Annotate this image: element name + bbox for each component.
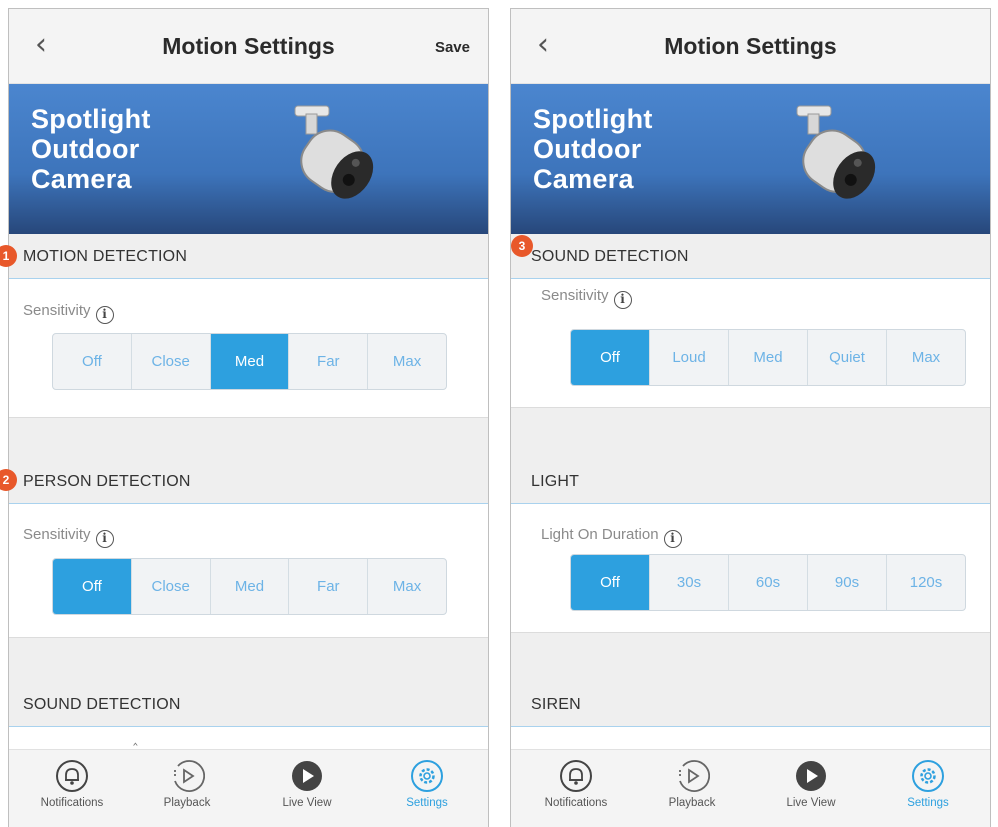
person-sensitivity-option-close[interactable]: Close — [132, 559, 211, 614]
device-name-line: Spotlight — [31, 104, 151, 134]
section-title: MOTION DETECTION — [23, 248, 188, 265]
section-title: SIREN — [531, 696, 581, 713]
camera-image — [294, 105, 374, 199]
sound-sensitivity-option-quiet[interactable]: Quiet — [808, 330, 887, 385]
section-header-siren: SIREN — [511, 682, 990, 727]
sensitivity-label: Sensitivity i — [541, 287, 632, 309]
section-spacer — [9, 637, 488, 687]
motion-sensitivity-option-far[interactable]: Far — [289, 334, 369, 389]
section-title: SOUND DETECTION — [531, 248, 689, 265]
bell-icon — [560, 760, 592, 792]
device-name-line: Outdoor — [31, 134, 140, 164]
callout-marker: 3 — [511, 235, 533, 257]
tab-label: Settings — [406, 797, 448, 809]
motion-sensitivity-option-off[interactable]: Off — [53, 334, 132, 389]
light-duration-selector: Off 30s 60s 90s 120s — [570, 554, 966, 611]
sensitivity-label-text: Sensitivity — [23, 526, 91, 543]
motion-sensitivity-option-close[interactable]: Close — [132, 334, 211, 389]
tab-label: Notifications — [544, 797, 608, 809]
save-button[interactable]: Save — [435, 39, 470, 56]
device-name-line: Outdoor — [533, 134, 642, 164]
tab-live-view[interactable]: Live View — [257, 758, 357, 809]
tab-label: Notifications — [40, 797, 104, 809]
tab-settings[interactable]: Settings — [377, 758, 477, 809]
motion-sensitivity-option-max[interactable]: Max — [368, 334, 446, 389]
page-title: Motion Settings — [162, 33, 335, 59]
tab-label: Playback — [163, 797, 211, 809]
device-name-line: Camera — [533, 164, 634, 194]
tab-bar: Notifications Playback Live View Setting… — [9, 749, 488, 827]
section-header-light: LIGHT — [511, 459, 990, 504]
device-name: Spotlight Outdoor Camera — [31, 104, 261, 194]
phone-screen-right: ‹ Motion Settings Spotlight Outdoor Came… — [510, 8, 991, 827]
section-title: SOUND DETECTION — [23, 696, 181, 713]
person-sensitivity-option-far[interactable]: Far — [289, 559, 369, 614]
sensitivity-label-text: Sensitivity — [541, 287, 609, 304]
page-title: Motion Settings — [664, 33, 837, 59]
motion-sensitivity-option-med[interactable]: Med — [210, 334, 290, 389]
light-duration-option-off[interactable]: Off — [571, 555, 650, 610]
camera-image — [796, 105, 876, 199]
section-header-sound-detection: SOUND DETECTION — [511, 234, 990, 279]
settings-gear-icon — [411, 760, 443, 792]
nav-bar: ‹ Motion Settings Save — [9, 9, 488, 84]
info-icon[interactable]: i — [663, 530, 682, 548]
tab-settings[interactable]: Settings — [878, 758, 978, 809]
person-sensitivity-option-med[interactable]: Med — [211, 559, 290, 614]
section-spacer — [511, 632, 990, 687]
phone-screen-left: ‹ Motion Settings Save Spotlight Outdoor… — [8, 8, 489, 827]
info-icon[interactable]: i — [95, 306, 114, 324]
chevron-up-icon: ‸ — [133, 729, 138, 745]
tab-notifications[interactable]: Notifications — [526, 758, 626, 809]
sound-sensitivity-selector: Off Loud Med Quiet Max — [570, 329, 966, 386]
light-duration-label-text: Light On Duration — [541, 526, 659, 543]
tab-playback[interactable]: Playback — [137, 758, 237, 809]
device-name: Spotlight Outdoor Camera — [533, 104, 763, 194]
person-sensitivity-selector: Off Close Med Far Max — [52, 558, 447, 615]
section-header-person-detection: PERSON DETECTION — [9, 459, 488, 504]
device-name-line: Camera — [31, 164, 132, 194]
light-duration-option-120s[interactable]: 120s — [887, 555, 965, 610]
live-view-icon — [796, 761, 826, 791]
settings-gear-icon — [912, 760, 944, 792]
section-spacer — [511, 407, 990, 467]
tab-label: Live View — [786, 797, 836, 809]
sensitivity-label: Sensitivity i — [23, 526, 114, 548]
sound-sensitivity-option-max[interactable]: Max — [887, 330, 965, 385]
sound-sensitivity-option-off[interactable]: Off — [571, 330, 650, 385]
playback-icon — [679, 760, 710, 792]
tab-playback[interactable]: Playback — [642, 758, 742, 809]
section-header-motion-detection: MOTION DETECTION — [9, 234, 488, 279]
tab-label: Playback — [668, 797, 716, 809]
section-title: PERSON DETECTION — [23, 473, 191, 490]
device-banner: Spotlight Outdoor Camera — [9, 84, 488, 234]
person-sensitivity-option-max[interactable]: Max — [368, 559, 446, 614]
light-duration-option-30s[interactable]: 30s — [650, 555, 729, 610]
bell-icon — [56, 760, 88, 792]
playback-icon — [174, 760, 205, 792]
sensitivity-label-text: Sensitivity — [23, 302, 91, 319]
section-title: LIGHT — [531, 473, 580, 490]
motion-sensitivity-selector: Off Close Med Far Max — [52, 333, 447, 390]
person-sensitivity-option-off[interactable]: Off — [53, 559, 132, 614]
device-name-line: Spotlight — [533, 104, 653, 134]
sensitivity-label: Sensitivity i — [23, 302, 114, 324]
light-duration-option-90s[interactable]: 90s — [808, 555, 887, 610]
light-duration-label: Light On Duration i — [541, 526, 682, 548]
device-banner: Spotlight Outdoor Camera — [511, 84, 990, 234]
nav-bar: ‹ Motion Settings — [511, 9, 990, 84]
info-icon[interactable]: i — [613, 291, 632, 309]
sound-sensitivity-option-loud[interactable]: Loud — [650, 330, 729, 385]
tab-label: Settings — [907, 797, 949, 809]
tab-label: Live View — [282, 797, 332, 809]
light-duration-option-60s[interactable]: 60s — [729, 555, 808, 610]
section-header-sound-detection: SOUND DETECTION — [9, 682, 488, 727]
info-icon[interactable]: i — [95, 530, 114, 548]
sound-sensitivity-option-med[interactable]: Med — [729, 330, 808, 385]
tab-notifications[interactable]: Notifications — [22, 758, 122, 809]
tab-live-view[interactable]: Live View — [761, 758, 861, 809]
tab-bar: Notifications Playback Live View Setting… — [511, 749, 990, 827]
live-view-icon — [292, 761, 322, 791]
